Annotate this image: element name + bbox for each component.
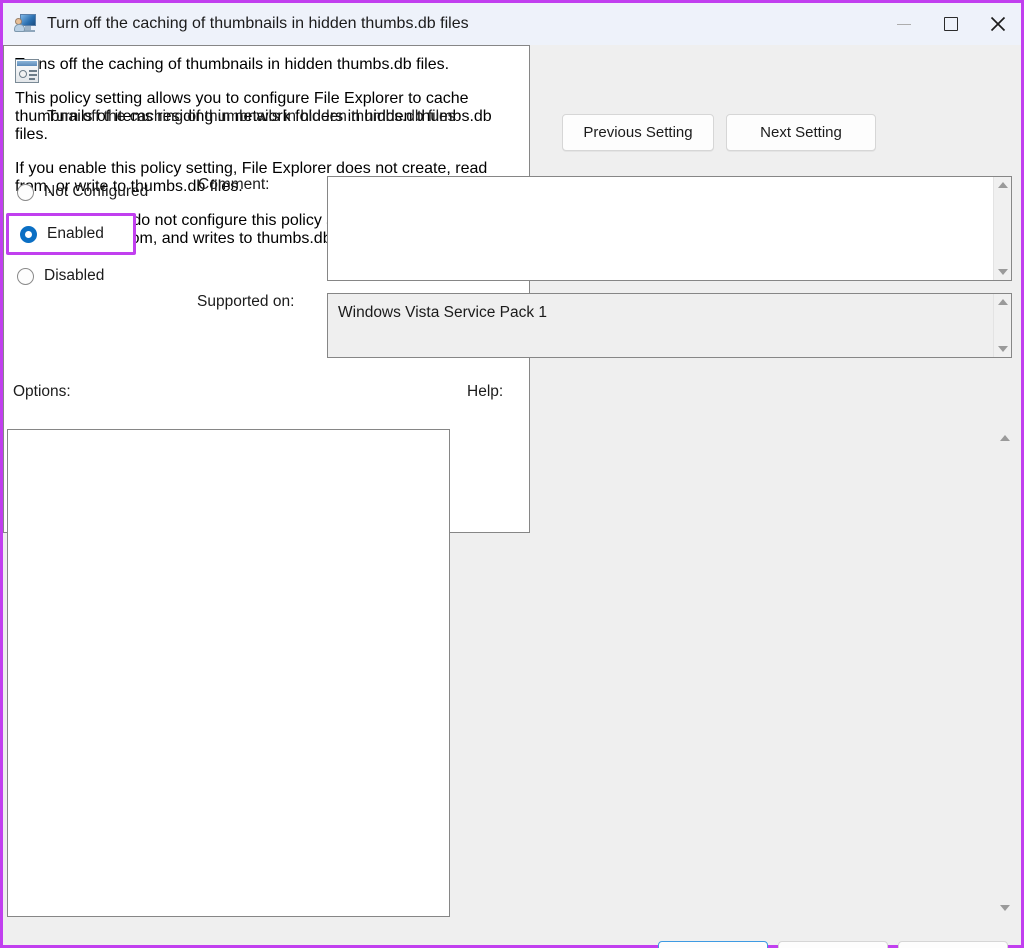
help-label: Help:	[467, 383, 503, 401]
help-scrollbar[interactable]	[996, 429, 1014, 917]
options-panel[interactable]	[7, 429, 450, 917]
radio-indicator-disabled	[17, 268, 34, 285]
title-bar: Turn off the caching of thumbnails in hi…	[3, 3, 1021, 45]
maximize-button[interactable]	[927, 3, 974, 45]
cancel-button[interactable]: Cancel	[778, 941, 888, 948]
minimize-button[interactable]	[880, 3, 927, 45]
window-controls	[880, 3, 1021, 45]
radio-label-enabled: Enabled	[47, 225, 104, 243]
help-paragraph: Turns off the caching of thumbnails in h…	[15, 56, 517, 74]
radio-not-configured[interactable]: Not Configured	[14, 178, 156, 206]
radio-indicator-enabled	[20, 226, 37, 243]
policy-setting-icon	[15, 59, 39, 83]
dialog-content: Turn off the caching of thumbnails in hi…	[3, 45, 1021, 945]
options-content	[8, 430, 449, 916]
scroll-up-icon[interactable]	[1000, 435, 1010, 441]
supported-on-scrollbar[interactable]	[993, 294, 1011, 357]
supported-on-field: Windows Vista Service Pack 1	[327, 293, 1012, 358]
radio-indicator-not-configured	[17, 184, 34, 201]
scroll-down-icon[interactable]	[1000, 905, 1010, 911]
computer-user-policy-icon	[15, 14, 37, 34]
comment-field[interactable]	[327, 176, 1012, 281]
apply-button[interactable]: Apply	[898, 941, 1008, 948]
comment-text[interactable]	[328, 177, 993, 280]
scroll-up-icon[interactable]	[998, 299, 1008, 305]
policy-name: Turn off the caching of thumbnails in hi…	[47, 108, 455, 126]
radio-disabled[interactable]: Disabled	[14, 262, 112, 290]
comment-scrollbar[interactable]	[993, 177, 1011, 280]
window-title: Turn off the caching of thumbnails in hi…	[47, 15, 469, 33]
scroll-down-icon[interactable]	[998, 269, 1008, 275]
supported-on-label: Supported on:	[197, 293, 294, 311]
ok-button[interactable]: OK	[658, 941, 768, 948]
radio-enabled[interactable]: Enabled	[6, 213, 136, 255]
previous-setting-button[interactable]: Previous Setting	[562, 114, 714, 151]
comment-label: Comment:	[198, 176, 270, 194]
scroll-down-icon[interactable]	[998, 346, 1008, 352]
scroll-up-icon[interactable]	[998, 182, 1008, 188]
radio-label-not-configured: Not Configured	[44, 183, 148, 201]
options-label: Options:	[13, 383, 71, 401]
close-button[interactable]	[974, 3, 1021, 45]
policy-setting-dialog: Turn off the caching of thumbnails in hi…	[0, 0, 1024, 948]
supported-on-text: Windows Vista Service Pack 1	[328, 294, 993, 357]
radio-label-disabled: Disabled	[44, 267, 104, 285]
next-setting-button[interactable]: Next Setting	[726, 114, 876, 151]
